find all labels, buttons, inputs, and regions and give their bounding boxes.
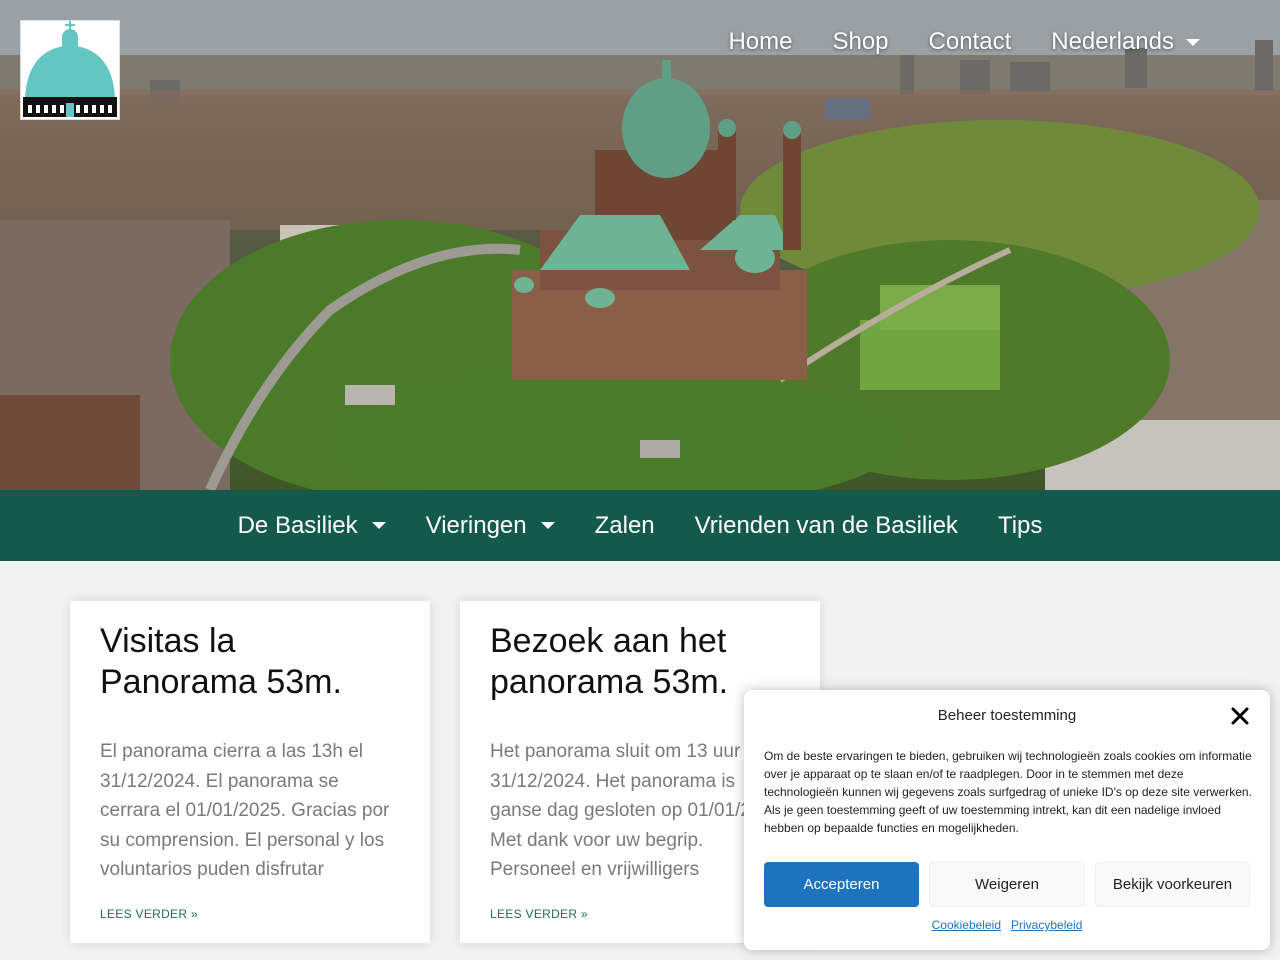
post-excerpt: El panorama cierra a las 13h el 31/12/20… (100, 741, 390, 880)
topnav-contact-label: Contact (928, 28, 1012, 55)
topnav-home[interactable]: Home (728, 28, 792, 56)
nav-item-tips[interactable]: Tips (998, 512, 1042, 540)
nav-item-zalen[interactable]: Zalen (595, 512, 655, 540)
nav-item-de-basiliek[interactable]: De Basiliek (238, 512, 386, 540)
nav-item-label: Tips (997, 511, 1043, 539)
chevron-down-icon (371, 522, 386, 529)
consent-text: Om de beste ervaringen te bieden, gebrui… (764, 749, 1252, 835)
view-preferences-button[interactable]: Bekijk voorkeuren (1095, 862, 1250, 907)
nav-item-label: De Basiliek (237, 511, 358, 539)
nav-item-label: Vieringen (425, 511, 527, 539)
consent-title: Beheer toestemming (937, 707, 1077, 724)
read-more-link[interactable]: LEES VERDER » (490, 907, 588, 921)
nav-item-label: Zalen (594, 511, 655, 539)
hero-image: Home Shop Contact Nederlands (0, 0, 1280, 490)
accept-button[interactable]: Accepteren (764, 862, 919, 907)
nav-item-vieringen[interactable]: Vieringen (426, 512, 555, 540)
deny-button[interactable]: Weigeren (929, 862, 1085, 907)
chevron-down-icon (540, 522, 555, 529)
main-navigation: De Basiliek Vieringen Zalen Vrienden van… (0, 490, 1280, 561)
language-label: Nederlands (1051, 28, 1174, 55)
cookie-consent-dialog: Beheer toestemming Om de beste ervaringe… (744, 690, 1270, 950)
consent-links: Cookiebeleid Privacybeleid (744, 918, 1270, 932)
topnav-shop[interactable]: Shop (832, 28, 888, 56)
cookie-policy-link[interactable]: Cookiebeleid (932, 918, 1001, 932)
topnav-contact[interactable]: Contact (929, 28, 1012, 56)
nav-item-vrienden[interactable]: Vrienden van de Basiliek (695, 512, 958, 540)
privacy-policy-link[interactable]: Privacybeleid (1011, 918, 1082, 932)
post-card: Visitas la Panorama 53m. El panorama cie… (70, 601, 430, 943)
language-selector[interactable]: Nederlands (1051, 28, 1200, 56)
post-title[interactable]: Visitas la Panorama 53m. (100, 621, 400, 703)
chevron-down-icon (1186, 38, 1200, 46)
topnav-shop-label: Shop (832, 28, 889, 55)
close-icon[interactable] (1230, 706, 1250, 726)
post-title[interactable]: Bezoek aan het panorama 53m. (490, 621, 790, 703)
read-more-link[interactable]: LEES VERDER » (100, 907, 198, 921)
top-navigation: Home Shop Contact Nederlands (728, 28, 1200, 56)
topnav-home-label: Home (728, 28, 793, 55)
basilica-logo-icon[interactable] (20, 20, 120, 120)
hero-illustration (0, 0, 1280, 490)
nav-item-label: Vrienden van de Basiliek (694, 511, 958, 539)
